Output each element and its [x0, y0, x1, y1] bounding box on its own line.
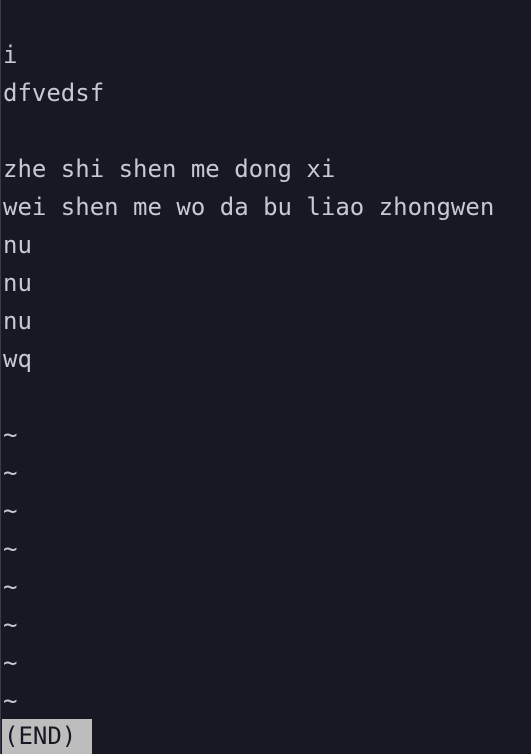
- text-line: wq: [3, 345, 32, 373]
- pager-status-end: (END): [2, 719, 93, 754]
- text-line: nu: [3, 307, 32, 335]
- text-line: dfvedsf: [3, 79, 105, 107]
- text-line: [1, 112, 531, 150]
- end-of-buffer-tilde: ~: [3, 573, 18, 601]
- end-of-buffer-tilde: ~: [3, 535, 18, 563]
- text-line: nu: [3, 269, 32, 297]
- end-of-buffer-tilde: ~: [3, 497, 18, 525]
- end-of-buffer-tilde: ~: [3, 459, 18, 487]
- text-line: [1, 378, 531, 416]
- text-line: nu: [3, 231, 32, 259]
- end-of-buffer-tilde: ~: [3, 421, 18, 449]
- terminal-window[interactable]: i dfvedsf zhe shi shen me dong xi wei sh…: [0, 0, 531, 754]
- text-line: i: [3, 41, 18, 69]
- text-line: wei shen me wo da bu liao zhongwen: [3, 193, 495, 221]
- end-of-buffer-tilde: ~: [3, 687, 18, 715]
- text-line: zhe shi shen me dong xi: [3, 155, 336, 183]
- end-of-buffer-tilde: ~: [3, 649, 18, 677]
- end-of-buffer-tilde: ~: [3, 611, 18, 639]
